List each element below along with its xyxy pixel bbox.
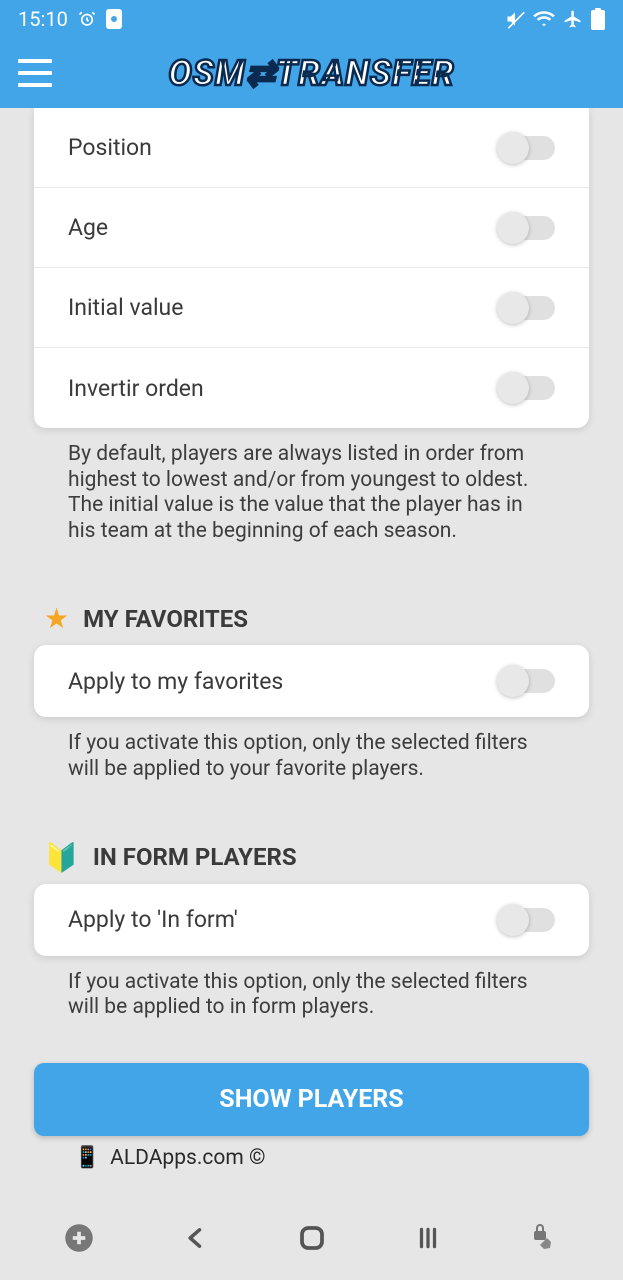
row-apply-inform: Apply to 'In form': [34, 884, 589, 956]
sort-card: Position Age Initial value Invertir orde…: [34, 108, 589, 428]
status-left: 15:10: [18, 7, 122, 31]
star-icon: ★: [44, 602, 69, 635]
row-age: Age: [34, 188, 589, 268]
app-title: OSM⇄TRANSFER: [168, 53, 454, 94]
row-label: Position: [68, 134, 152, 161]
status-time: 15:10: [18, 7, 68, 31]
toggle-apply-favorites[interactable]: [501, 669, 555, 693]
menu-button[interactable]: [18, 59, 52, 87]
toggle-initial-value[interactable]: [501, 296, 555, 320]
show-players-button[interactable]: SHOW PLAYERS: [34, 1063, 589, 1136]
shield-icon: 🔰: [44, 841, 79, 874]
inform-title: IN FORM PLAYERS: [93, 843, 297, 871]
sort-help: By default, players are always listed in…: [34, 428, 589, 544]
favorites-title: MY FAVORITES: [83, 605, 248, 633]
nav-back-button[interactable]: [182, 1220, 210, 1256]
status-bar: 15:10: [0, 0, 623, 38]
inform-header: 🔰 IN FORM PLAYERS: [34, 841, 589, 874]
inform-card: Apply to 'In form': [34, 884, 589, 956]
card-icon: [106, 9, 122, 29]
row-label: Apply to 'In form': [68, 906, 238, 933]
nav-recent-button[interactable]: [415, 1224, 441, 1252]
row-label: Age: [68, 214, 108, 241]
favorites-card: Apply to my favorites: [34, 645, 589, 717]
inform-help: If you activate this option, only the se…: [34, 956, 589, 1021]
battery-icon: [591, 8, 605, 30]
row-position: Position: [34, 108, 589, 188]
toggle-apply-inform[interactable]: [501, 908, 555, 932]
wifi-icon: [533, 10, 555, 28]
alarm-icon: [78, 10, 96, 28]
content: Position Age Initial value Invertir orde…: [0, 108, 623, 1195]
row-apply-favorites: Apply to my favorites: [34, 645, 589, 717]
toggle-age[interactable]: [501, 216, 555, 240]
row-initial-value: Initial value: [34, 268, 589, 348]
status-right: [505, 8, 605, 30]
row-label: Initial value: [68, 294, 183, 321]
toggle-position[interactable]: [501, 136, 555, 160]
nav-home-button[interactable]: [297, 1223, 327, 1253]
android-nav-bar: [0, 1195, 623, 1280]
row-label: Invertir orden: [68, 375, 204, 402]
credit-text: ALDApps.com ©: [110, 1146, 265, 1170]
mute-icon: [505, 9, 525, 29]
row-invert-order: Invertir orden: [34, 348, 589, 428]
toggle-invert-order[interactable]: [501, 376, 555, 400]
app-bar: OSM⇄TRANSFER: [0, 38, 623, 108]
nav-lock-touch-icon[interactable]: [529, 1223, 559, 1253]
nav-game-icon[interactable]: [64, 1223, 94, 1253]
airplane-icon: [563, 9, 583, 29]
favorites-help: If you activate this option, only the se…: [34, 717, 589, 782]
favorites-header: ★ MY FAVORITES: [34, 602, 589, 635]
footer-credit: 📱 ALDApps.com ©: [34, 1136, 589, 1170]
row-label: Apply to my favorites: [68, 668, 283, 695]
phone-icon: 📱: [74, 1146, 100, 1170]
